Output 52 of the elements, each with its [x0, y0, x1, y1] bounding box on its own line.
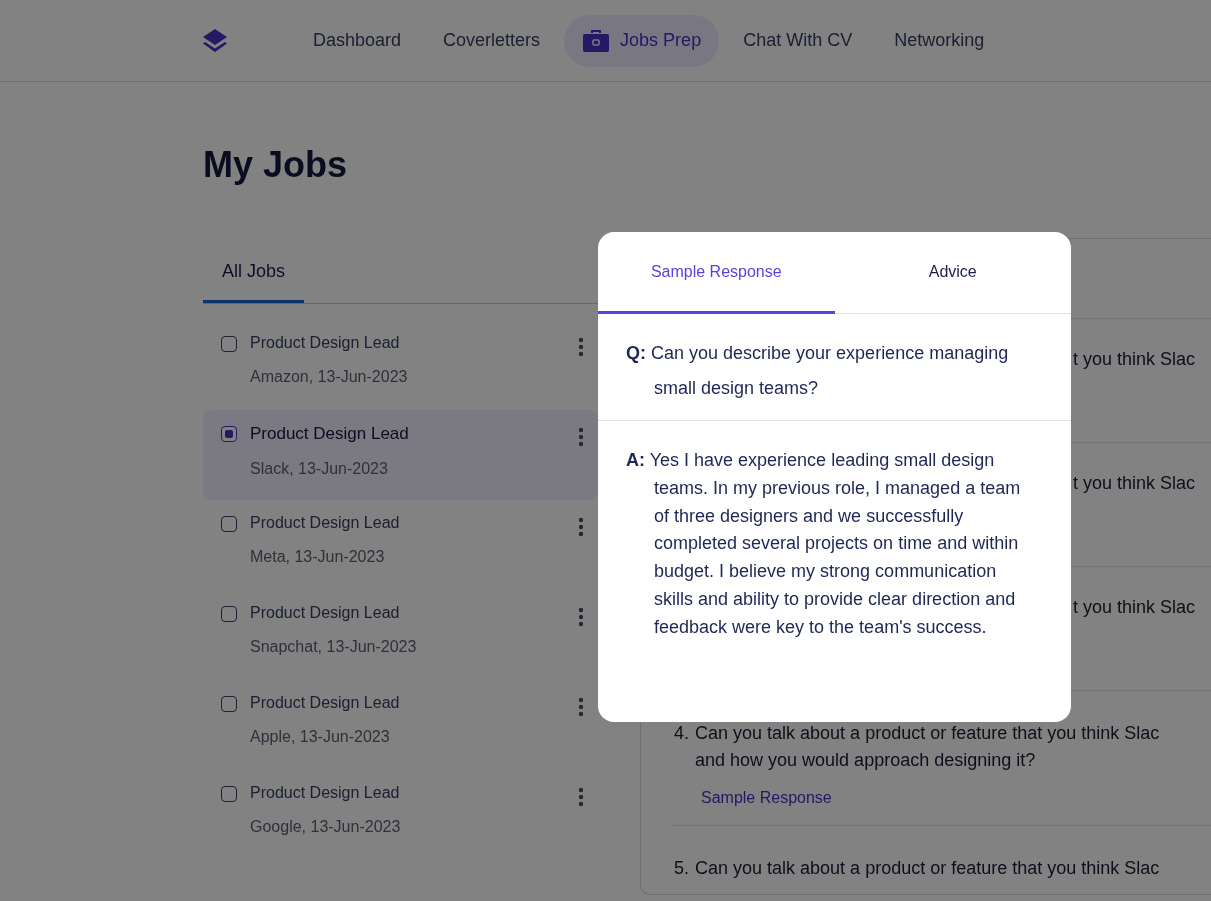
nav-item[interactable]: Jobs Prep — [564, 14, 720, 67]
jobs-tab[interactable]: All Jobs — [203, 253, 305, 303]
job-list-item[interactable]: Product Design Lead Apple, 13-Jun-2023 — [203, 680, 598, 770]
checkbox[interactable] — [221, 336, 237, 352]
dialog-tab[interactable]: Sample Response — [598, 232, 835, 314]
checkbox[interactable] — [221, 516, 237, 532]
nav-item[interactable]: Dashboard — [295, 16, 420, 65]
more-options-icon[interactable] — [578, 787, 584, 807]
question-text: Can you talk about a product or feature that you think Slac — [695, 858, 1160, 879]
job-list-item[interactable]: Product Design Lead Snapchat, 13-Jun-2023 — [203, 590, 598, 680]
job-company-date: Slack, 13-Jun-2023 — [250, 460, 389, 478]
dialog-tab[interactable]: Advice — [834, 232, 1071, 314]
job-title: Product Design Lead — [250, 334, 401, 352]
briefcase-icon — [582, 28, 611, 53]
more-options-icon[interactable] — [578, 697, 584, 717]
question-text: and how you would approach designing it? — [695, 750, 1037, 771]
layers-logo-icon[interactable] — [201, 26, 229, 55]
job-company-date: Meta, 13-Jun-2023 — [250, 548, 386, 566]
question-number: 4. — [674, 723, 689, 745]
nav-item[interactable]: Networking — [876, 16, 1003, 65]
job-company-date: Google, 13-Jun-2023 — [250, 818, 402, 836]
question-text: Q: Can you describe your experience managing small design teams? — [626, 342, 1010, 400]
nav-item[interactable]: Chat With CV — [725, 16, 871, 65]
job-list-item[interactable]: Product Design Lead Meta, 13-Jun-2023 — [203, 500, 598, 590]
job-list-item[interactable]: Product Design Lead Amazon, 13-Jun-2023 — [203, 320, 598, 410]
more-options-icon[interactable] — [578, 517, 584, 537]
question-text: t you think Slac — [1073, 597, 1196, 618]
sample-response-link[interactable]: Sample Response — [701, 789, 832, 807]
job-title: Product Design Lead — [250, 604, 401, 622]
checkbox[interactable] — [221, 786, 237, 802]
job-title: Product Design Lead — [250, 784, 401, 802]
more-options-icon[interactable] — [578, 607, 584, 627]
checkbox[interactable] — [221, 696, 237, 712]
question-number: 5. — [674, 858, 689, 879]
answer-text: A: Yes I have experience leading small design teams. In my previous role, I managed a team of three designers and we successfully completed several projects on time and within budget. I believe my strong communication skills and ability to provide clear direction and feedback were key to the team's success. — [626, 449, 1022, 639]
job-list-item[interactable]: Product Design Lead Slack, 13-Jun-2023 — [203, 410, 598, 500]
more-options-icon[interactable] — [578, 427, 584, 447]
checkbox[interactable] — [221, 606, 237, 622]
job-title: Product Design Lead — [250, 694, 401, 712]
job-list-item[interactable]: Product Design Lead Google, 13-Jun-2023 — [203, 770, 598, 860]
job-company-date: Amazon, 13-Jun-2023 — [250, 368, 409, 386]
question-text: t you think Slac — [1073, 473, 1196, 494]
question-text: t you think Slac — [1073, 349, 1196, 370]
job-company-date: Apple, 13-Jun-2023 — [250, 728, 391, 746]
job-title: Product Design Lead — [250, 514, 401, 532]
question-text: Can you talk about a product or feature that you think Slac — [695, 723, 1160, 744]
nav-item[interactable]: Coverletters — [425, 16, 559, 65]
more-options-icon[interactable] — [578, 337, 584, 357]
page-title: My Jobs — [203, 144, 349, 186]
job-company-date: Snapchat, 13-Jun-2023 — [250, 638, 418, 656]
checkbox[interactable] — [221, 426, 237, 442]
job-title: Product Design Lead — [250, 424, 410, 444]
